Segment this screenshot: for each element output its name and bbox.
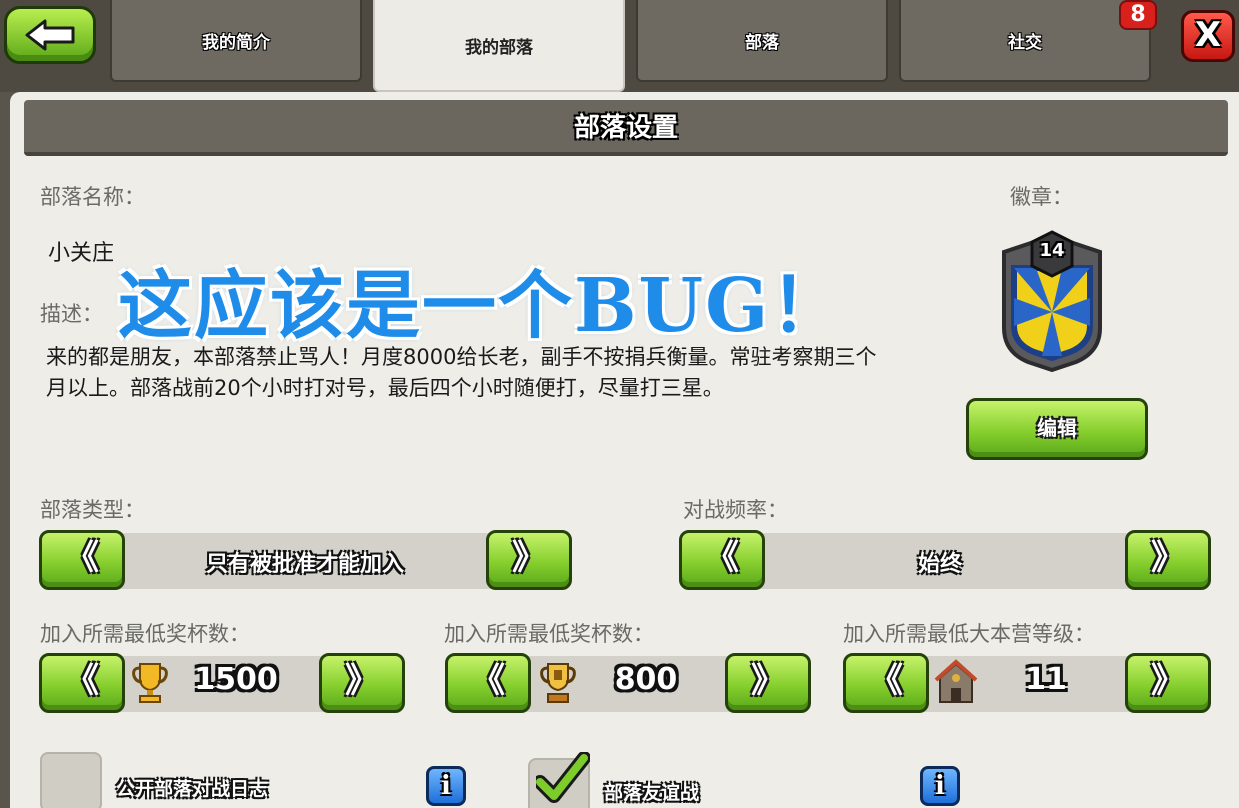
town-hall-icon <box>934 659 978 703</box>
badge-level: 14 <box>1039 240 1065 261</box>
public-war-log-info-button[interactable]: i <box>426 766 466 806</box>
description-label: 描述： <box>40 302 103 326</box>
clan-type-value: 只有被批准才能加入 <box>205 552 404 577</box>
clan-name-label: 部落名称： <box>40 185 145 209</box>
min-trophies-next-button[interactable]: 》 <box>319 653 405 713</box>
war-frequency-prev-button[interactable]: 《 <box>679 530 765 590</box>
checkmark-icon <box>536 752 590 803</box>
min-town-hall-label: 加入所需最低大本营等级： <box>843 622 1095 646</box>
friendly-war-info-button[interactable]: i <box>920 766 960 806</box>
min-trophies-prev-button[interactable]: 《 <box>39 653 125 713</box>
tab-my-profile[interactable]: 我的简介 <box>110 0 362 82</box>
friendly-war-checkbox[interactable] <box>528 752 590 808</box>
friendly-war-label: 部落友谊战 <box>604 782 700 804</box>
min-town-hall-prev-button[interactable]: 《 <box>843 653 929 713</box>
badge-label: 徽章： <box>1010 185 1073 209</box>
back-button[interactable] <box>4 6 96 64</box>
war-frequency-next-button[interactable]: 》 <box>1125 530 1211 590</box>
clan-type-next-button[interactable]: 》 <box>486 530 572 590</box>
min-builder-trophies-label: 加入所需最低奖杯数： <box>444 622 654 646</box>
tab-clans[interactable]: 部落 <box>636 0 888 82</box>
min-trophies-value: 1500 <box>194 662 278 697</box>
edit-button[interactable]: 编辑 <box>966 398 1148 460</box>
close-button[interactable]: X <box>1181 10 1235 62</box>
clan-badge[interactable]: 14 <box>996 228 1108 376</box>
min-builder-trophies-prev-button[interactable]: 《 <box>445 653 531 713</box>
min-town-hall-value: 11 <box>1025 662 1067 697</box>
clan-type-label: 部落类型： <box>40 498 145 522</box>
min-builder-trophies-value: 800 <box>614 662 678 697</box>
min-builder-trophies-next-button[interactable]: 》 <box>725 653 811 713</box>
min-town-hall-next-button[interactable]: 》 <box>1125 653 1211 713</box>
builder-trophy-icon <box>540 663 576 703</box>
clan-name-value[interactable]: 小关庄 <box>48 235 114 267</box>
public-war-log-checkbox[interactable] <box>40 752 102 808</box>
war-frequency-value: 始终 <box>917 552 962 577</box>
public-war-log-label: 公开部落对战日志 <box>116 778 269 800</box>
overlay-annotation: 这应该是一个BUG！ <box>118 263 847 349</box>
min-trophies-label: 加入所需最低奖杯数： <box>40 622 250 646</box>
tab-my-clan[interactable]: 我的部落 <box>373 0 625 92</box>
trophy-icon <box>132 663 168 703</box>
tab-social[interactable]: 社交 <box>899 0 1151 82</box>
notification-badge: 8 <box>1119 0 1157 30</box>
section-title: 部落设置 <box>24 100 1228 156</box>
war-frequency-label: 对战频率： <box>683 498 788 522</box>
description-text[interactable]: 来的都是朋友，本部落禁止骂人！月度8000给长老，副手不按捐兵衡量。常驻考察期三… <box>46 342 896 404</box>
clan-type-prev-button[interactable]: 《 <box>39 530 125 590</box>
back-arrow-icon <box>25 19 75 51</box>
